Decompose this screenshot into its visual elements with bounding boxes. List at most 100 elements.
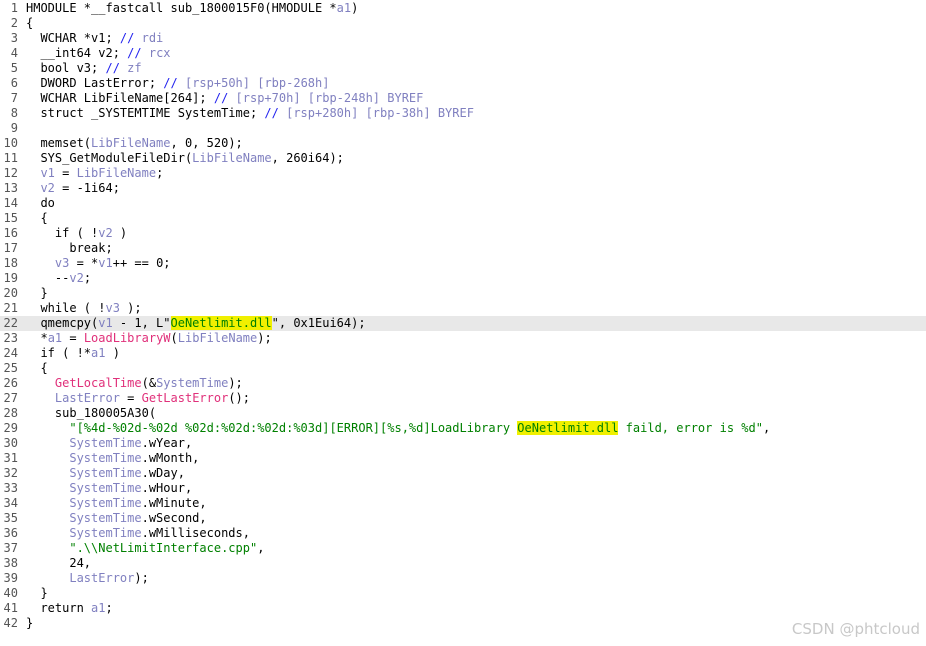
identifier[interactable]: v1 [98, 316, 112, 330]
code-line[interactable]: 7 WCHAR LibFileName[264]; // [rsp+70h] [… [0, 91, 926, 106]
code-line[interactable]: 11 SYS_GetModuleFileDir(LibFileName, 260… [0, 151, 926, 166]
identifier[interactable]: a1 [48, 331, 62, 345]
code-line[interactable]: 20 } [0, 286, 926, 301]
code-line[interactable]: 31 SystemTime.wMonth, [0, 451, 926, 466]
pseudocode-view[interactable]: 1 HMODULE *__fastcall sub_1800015F0(HMODU… [0, 1, 926, 631]
code-line[interactable]: 13 v2 = -1i64; [0, 181, 926, 196]
function-call[interactable]: LoadLibraryW [84, 331, 171, 345]
identifier[interactable]: LibFileName [91, 136, 170, 150]
code-line[interactable]: 37 ".\\NetLimitInterface.cpp", [0, 541, 926, 556]
code-line[interactable]: 2{ [0, 16, 926, 31]
search-highlight: OeNetlimit.dll [517, 421, 619, 435]
line-number: 41 [3, 601, 18, 615]
code-line[interactable]: 8 struct _SYSTEMTIME SystemTime; // [rsp… [0, 106, 926, 121]
code-line[interactable]: 26 GetLocalTime(&SystemTime); [0, 376, 926, 391]
function-call[interactable]: GetLastError [142, 391, 229, 405]
code-line[interactable]: 5 bool v3; // zf [0, 61, 926, 76]
code-content: bool v3; // zf [26, 61, 141, 76]
identifier[interactable]: v2 [69, 271, 83, 285]
function-call[interactable]: GetLocalTime [55, 376, 142, 390]
code-line[interactable]: 10 memset(LibFileName, 0, 520); [0, 136, 926, 151]
code-line[interactable]: 24 if ( !*a1 ) [0, 346, 926, 361]
identifier[interactable]: v3 [105, 301, 119, 315]
code-line[interactable]: 23 *a1 = LoadLibraryW(LibFileName); [0, 331, 926, 346]
code-line[interactable]: 42} [0, 616, 926, 631]
code-content: SystemTime.wHour, [26, 481, 192, 496]
identifier[interactable]: v2 [40, 181, 54, 195]
identifier[interactable]: LibFileName [192, 151, 271, 165]
code-line[interactable]: 14 do [0, 196, 926, 211]
code-line[interactable]: 12 v1 = LibFileName; [0, 166, 926, 181]
code-line[interactable]: 40 } [0, 586, 926, 601]
identifier[interactable]: SystemTime [156, 376, 228, 390]
identifier[interactable]: SystemTime [69, 436, 141, 450]
code-line[interactable]: 30 SystemTime.wYear, [0, 436, 926, 451]
code-content: LastError); [26, 571, 148, 586]
code-line[interactable]: 21 while ( !v3 ); [0, 301, 926, 316]
identifier[interactable]: a1 [337, 1, 351, 15]
code-line[interactable]: 16 if ( !v2 ) [0, 226, 926, 241]
identifier[interactable]: SystemTime [69, 451, 141, 465]
line-number: 13 [3, 181, 18, 195]
code-line[interactable]: 38 24, [0, 556, 926, 571]
code-text: .wMinute, [141, 496, 207, 510]
code-text: ; [156, 166, 164, 180]
code-line[interactable]: 33 SystemTime.wHour, [0, 481, 926, 496]
code-line[interactable]: 4 __int64 v2; // rcx [0, 46, 926, 61]
line-number: 28 [3, 406, 18, 420]
code-line[interactable]: 25 { [0, 361, 926, 376]
code-line[interactable]: 32 SystemTime.wDay, [0, 466, 926, 481]
code-content: WCHAR LibFileName[264]; // [rsp+70h] [rb… [26, 91, 423, 106]
identifier[interactable]: SystemTime [69, 511, 141, 525]
identifier[interactable]: SystemTime [69, 496, 141, 510]
code-line[interactable]: 35 SystemTime.wSecond, [0, 511, 926, 526]
code-text: - 1, L" [112, 316, 171, 330]
code-line[interactable]: 27 LastError = GetLastError(); [0, 391, 926, 406]
identifier[interactable]: a1 [91, 601, 105, 615]
code-content: while ( !v3 ); [26, 301, 142, 316]
code-text: ); [119, 301, 142, 315]
code-line[interactable]: 19 --v2; [0, 271, 926, 286]
code-line[interactable]: 15 { [0, 211, 926, 226]
code-line[interactable]: 29 "[%4d-%02d-%02d %02d:%02d:%02d:%03d][… [0, 421, 926, 436]
code-text: = [54, 166, 77, 180]
comment: // [119, 31, 142, 45]
line-number: 27 [3, 391, 18, 405]
identifier[interactable]: v3 [55, 256, 69, 270]
code-line[interactable]: 3 WCHAR *v1; // rdi [0, 31, 926, 46]
code-line[interactable]: 39 LastError); [0, 571, 926, 586]
identifier[interactable]: SystemTime [69, 481, 141, 495]
code-line[interactable]: 6 DWORD LastError; // [rsp+50h] [rbp-268… [0, 76, 926, 91]
code-line[interactable]: 1 HMODULE *__fastcall sub_1800015F0(HMODU… [0, 1, 926, 16]
code-content: struct _SYSTEMTIME SystemTime; // [rsp+2… [26, 106, 474, 121]
identifier[interactable]: LastError [69, 571, 134, 585]
line-number: 30 [3, 436, 18, 450]
identifier[interactable]: SystemTime [69, 466, 141, 480]
identifier[interactable]: v2 [98, 226, 112, 240]
code-text: WCHAR LibFileName[264]; [26, 91, 214, 105]
code-text: if ( ! [26, 226, 99, 240]
code-text: sub_180005A30( [26, 406, 157, 420]
code-line[interactable]: 41 return a1; [0, 601, 926, 616]
code-line[interactable]: 17 break; [0, 241, 926, 256]
line-number: 19 [3, 271, 18, 285]
code-line[interactable]: 9 [0, 121, 926, 136]
identifier[interactable]: v1 [40, 166, 54, 180]
code-line[interactable]: 34 SystemTime.wMinute, [0, 496, 926, 511]
code-text: bool v3; [26, 61, 106, 75]
code-line[interactable]: 28 sub_180005A30( [0, 406, 926, 421]
line-number: 23 [3, 331, 18, 345]
identifier[interactable]: a1 [91, 346, 105, 360]
identifier[interactable]: LastError [55, 391, 120, 405]
identifier[interactable]: LibFileName [178, 331, 257, 345]
code-text: 24, [26, 556, 92, 570]
code-line[interactable]: 36 SystemTime.wMilliseconds, [0, 526, 926, 541]
code-line-current[interactable]: 22 qmemcpy(v1 - 1, L"OeNetlimit.dll", 0x… [0, 316, 926, 331]
identifier[interactable]: v1 [98, 256, 112, 270]
identifier[interactable]: SystemTime [69, 526, 141, 540]
code-line[interactable]: 18 v3 = *v1++ == 0; [0, 256, 926, 271]
code-content: return a1; [26, 601, 112, 616]
line-number: 12 [3, 166, 18, 180]
identifier[interactable]: LibFileName [77, 166, 156, 180]
